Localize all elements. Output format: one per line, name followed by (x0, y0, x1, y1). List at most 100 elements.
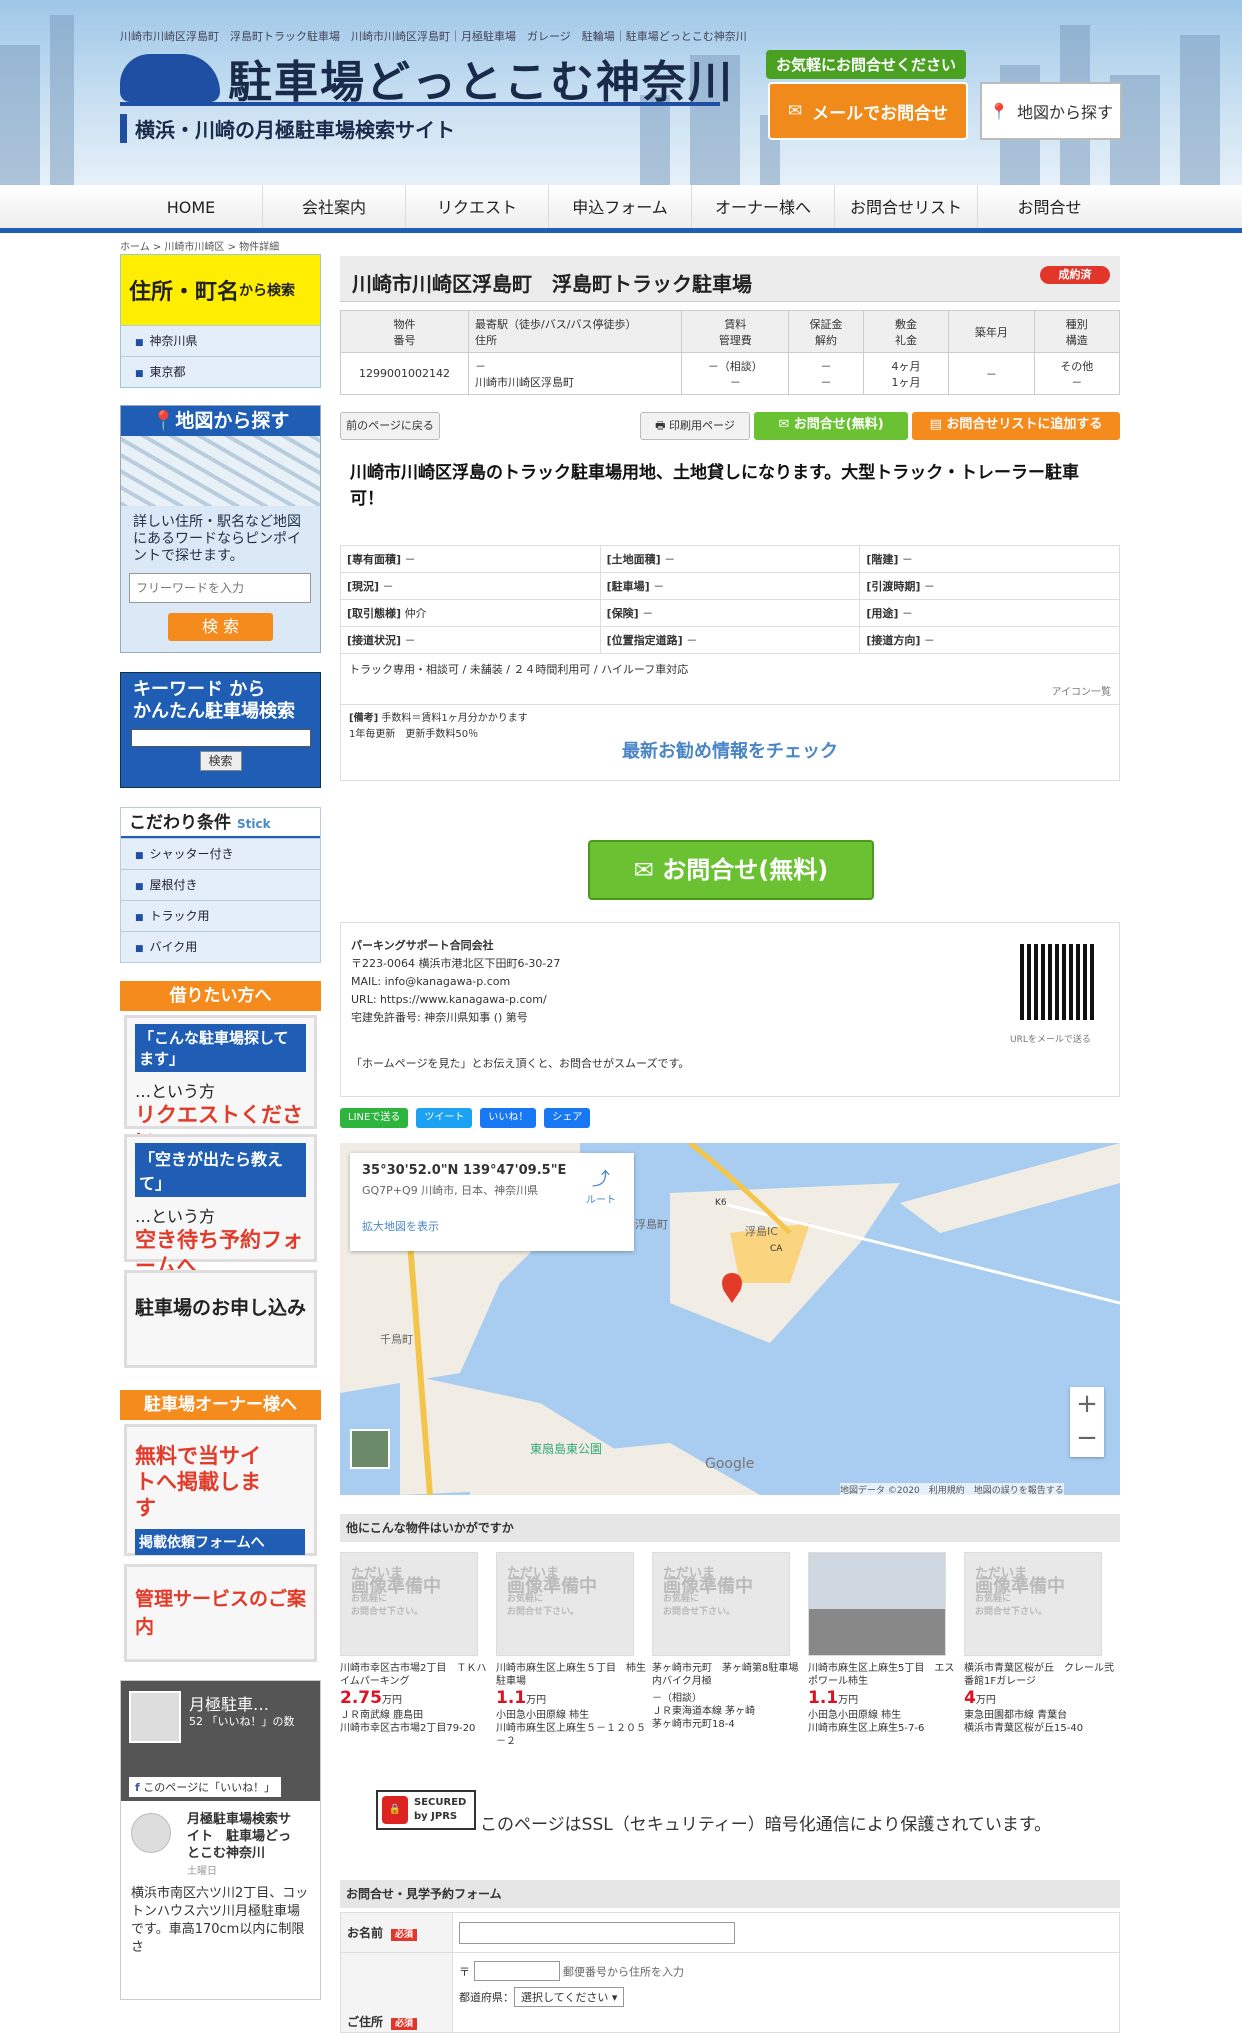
ssl-badge[interactable]: 🔒 SECURED by JPRS (376, 1790, 476, 1830)
nav-company[interactable]: 会社案内 (263, 185, 406, 228)
property-station: 小田急小田原線 柿生 (808, 1710, 902, 1721)
zoom-out-button[interactable]: − (1070, 1421, 1104, 1455)
condition-truck[interactable]: トラック用 (121, 900, 320, 931)
fb-share-button[interactable]: シェア (544, 1108, 591, 1128)
nav-home[interactable]: HOME (120, 185, 263, 228)
keyword-input[interactable] (131, 729, 311, 747)
other-property-1[interactable]: ただいま 画像準備中 お気軽に お問合せ下さい。 川崎市幸区古市場2丁目 ＴＫハイム… (340, 1552, 490, 1735)
line-share-button[interactable]: LINEで送る (340, 1108, 409, 1128)
map-label-k6: K6 (715, 1198, 727, 1208)
other-property-5[interactable]: ただいま 画像準備中 お気軽に お問合せ下さい。 横浜市青葉区桜が丘 クレール弐番館… (964, 1552, 1114, 1735)
property-photo (808, 1552, 946, 1656)
property-station: ＪＲ南武線 鹿島田 (340, 1710, 424, 1721)
map-plus-code: GQ7P+Q9 川崎市, 日本、神奈川県 (362, 1184, 539, 1197)
nav-contact[interactable]: お問合せ (978, 185, 1121, 228)
other-property-2[interactable]: ただいま 画像準備中 お気軽に お問合せ下さい。 川崎市麻生区上麻生５丁目 柿生駐車… (496, 1552, 646, 1748)
map-enlarge-link[interactable]: 拡大地図を表示 (362, 1218, 622, 1234)
property-address: 川崎市幸区古市場2丁目79-20 (340, 1723, 476, 1734)
condition-roof[interactable]: 屋根付き (121, 869, 320, 900)
contact-label: お気軽にお問合せください (766, 50, 967, 79)
keyword-search-button[interactable]: 検索 (199, 751, 242, 771)
ssl-text: このページはSSL（セキュリティー）暗号化通信により保護されています。 (480, 1815, 1052, 1835)
condition-shutter[interactable]: シャッター付き (121, 838, 320, 869)
property-name[interactable]: 川崎市麻生区上麻生5丁目 エスポワール柿生 (808, 1662, 958, 1688)
lock-icon: 🔒 (382, 1796, 408, 1824)
other-property-4[interactable]: 川崎市麻生区上麻生5丁目 エスポワール柿生 1.1万円 小田急小田原線 柿生 川… (808, 1552, 958, 1735)
facebook-post-page-name[interactable]: 月極駐車場検索サイト 駐車場どっとこむ神奈川 (187, 1811, 297, 1862)
add-to-inquiry-list-button[interactable]: ▤ お問合せリストに追加する (912, 412, 1120, 440)
property-name[interactable]: 川崎市麻生区上麻生５丁目 柿生駐車場 (496, 1662, 646, 1688)
property-name[interactable]: 横浜市青葉区桜が丘 クレール弐番館1Fガレージ (964, 1662, 1114, 1688)
zoom-in-button[interactable]: + (1070, 1387, 1104, 1421)
renter-heading: 借りたい方へ (120, 981, 321, 1011)
property-name[interactable]: 川崎市幸区古市場2丁目 ＴＫハイムパーキング (340, 1662, 490, 1688)
site-logo-title[interactable]: 駐車場どっとこむ神奈川 (228, 46, 734, 110)
facebook-like-page-button[interactable]: f このページに「いいね！」 (129, 1777, 282, 1797)
nav-apply[interactable]: 申込フォーム (549, 185, 692, 228)
map-label-ukishima: 浮島町 (635, 1217, 668, 1231)
waitlist-banner-mid: …という方 (135, 1207, 216, 1226)
nav-request[interactable]: リクエスト (406, 185, 549, 228)
address-item-kanagawa[interactable]: 神奈川県 (121, 325, 320, 356)
tweet-button[interactable]: ツイート (416, 1108, 473, 1128)
nav-owner[interactable]: オーナー様へ (692, 185, 835, 228)
map-search-box: 📍地図から探す 詳しい住所・駅名など地図にあるワードならピンポイントで探せます。… (120, 405, 321, 653)
zip-input[interactable] (473, 1961, 560, 1981)
prefecture-select[interactable]: 選択してください ▾ (514, 1987, 625, 2007)
facebook-post-day: 土曜日 (187, 1866, 217, 1877)
pref-label: 都道府県： (459, 1991, 514, 2004)
feature-text: トラック専用・相談可 / 未舗装 / ２４時間利用可 / ハイルーフ車対応 (349, 663, 689, 676)
property-image-placeholder: ただいま 画像準備中 お気軽に お問合せ下さい。 (340, 1552, 478, 1656)
map-search-help: 詳しい住所・駅名など地図にあるワードならピンポイントで探せます。 (133, 514, 301, 564)
facebook-page-title[interactable]: 月極駐車… (189, 1691, 269, 1715)
map-search-button[interactable]: 📍 地図から探す (980, 82, 1122, 140)
company-url[interactable]: URL: https://www.kanagawa-p.com/ (351, 991, 1109, 1009)
detail-delivery: [引渡時期] － (859, 572, 1120, 600)
back-button[interactable]: 前のページに戻る (340, 412, 440, 440)
management-banner[interactable]: 管理サービスのご案内 (124, 1564, 317, 1662)
spec-value-id: 1299001002142 (339, 352, 470, 395)
facebook-post-avatar (131, 1813, 171, 1853)
facebook-widget: 月極駐車… 52 「いいね！」の数 f このページに「いいね！」 月極駐車場検索… (120, 1680, 321, 2000)
request-banner[interactable]: 「こんな駐車場探してます」 …という方 リクエストください (124, 1015, 317, 1153)
mail-contact-button[interactable]: ✉ メールでお問合せ (768, 82, 968, 140)
inquiry-button[interactable]: ✉ お問合せ(無料) (754, 412, 908, 440)
car-logo-icon[interactable] (120, 54, 220, 102)
property-name[interactable]: 茅ヶ崎市元町 茅ヶ崎第8駐車場内バイク月極 (652, 1662, 802, 1688)
other-property-3[interactable]: ただいま 画像準備中 お気軽に お問合せ下さい。 茅ヶ崎市元町 茅ヶ崎第8駐車場内バ… (652, 1552, 802, 1731)
property-title: 川崎市川崎区浮島町 浮島町トラック駐車場 (340, 256, 1120, 302)
condition-title: こだわり条件 Stick (121, 808, 320, 838)
envelope-icon: ✉ (787, 101, 803, 121)
listing-banner[interactable]: 無料で当サイトへ掲載します 掲載依頼フォームへ (124, 1424, 317, 1556)
big-inquiry-button[interactable]: ✉ お問合せ(無料) (588, 840, 874, 900)
detail-use: [用途] － (859, 599, 1120, 627)
company-name: パーキングサポート合同会社 (351, 939, 494, 952)
property-address: 川崎市麻生区上麻生5-7-6 (808, 1723, 925, 1734)
map-free-word-input[interactable] (129, 573, 311, 603)
spec-header-shikikin: 敷金 礼金 (862, 310, 950, 353)
satellite-toggle[interactable] (350, 1429, 390, 1469)
name-input[interactable] (459, 1921, 735, 1944)
map-search-submit-button[interactable]: 検 索 (168, 613, 273, 641)
map-attribution[interactable]: 地図データ ©2020 利用規約 地図の誤りを報告する (840, 1483, 1064, 1495)
property-address: 茅ヶ崎市元町18-4 (652, 1719, 735, 1730)
breadcrumb[interactable]: ホーム > 川崎市川崎区 > 物件詳細 (120, 238, 279, 253)
condition-bike[interactable]: バイク用 (121, 931, 320, 962)
waitlist-banner-top: 「空きが出たら教えて」 (135, 1143, 306, 1197)
qr-email-link[interactable]: URLをメールで送る (1010, 1032, 1091, 1045)
property-price: 2.75万円 (340, 1688, 402, 1708)
application-banner[interactable]: 駐車場のお申し込み (124, 1270, 317, 1368)
icon-list-link[interactable]: アイコン一覧 (341, 677, 1119, 698)
address-item-tokyo[interactable]: 東京都 (121, 356, 320, 387)
map-route-link[interactable]: ⤴ ルート (586, 1165, 616, 1206)
waitlist-banner[interactable]: 「空きが出たら教えて」 …という方 空き待ち予約フォームへ (124, 1134, 317, 1278)
company-mail[interactable]: MAIL: info@kanagawa-p.com (351, 973, 1109, 991)
property-description: 川崎市川崎区浮島のトラック駐車場用地、土地貸しになります。大型トラック・トレーラ… (350, 463, 1079, 509)
fb-like-button[interactable]: いいね！ (480, 1108, 537, 1128)
facebook-post-text: 横浜市南区六ツ川2丁目、コットンハウス六ツ川月極駐車場です。車高170cm以内に… (131, 1886, 309, 1955)
detail-transaction: [取引態様] 仲介 (340, 599, 601, 627)
listing-banner-big: 無料で当サイトへ掲載します (135, 1444, 261, 1520)
nav-inquiry-list[interactable]: お問合せリスト (835, 185, 978, 228)
property-station: 小田急小田原線 柿生 (496, 1710, 590, 1721)
print-button[interactable]: 🖶 印刷用ページ (640, 412, 750, 440)
